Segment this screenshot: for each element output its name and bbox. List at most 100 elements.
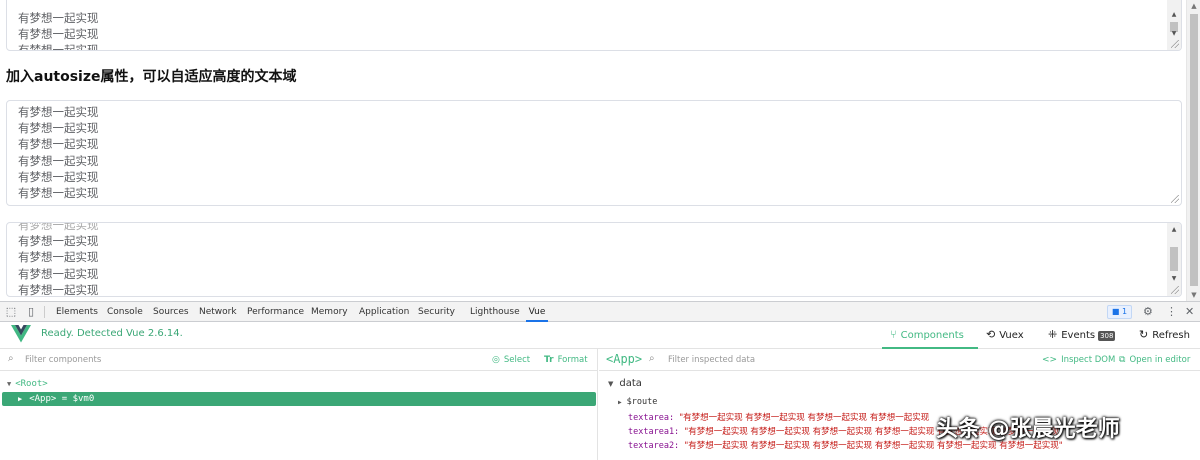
page-scrollbar[interactable]: ▲ ▼ bbox=[1186, 0, 1200, 301]
message-icon: ■ bbox=[1111, 307, 1120, 316]
issues-count: 1 bbox=[1122, 307, 1128, 316]
format-button[interactable]: Tr Format bbox=[544, 355, 588, 365]
tree-node-app[interactable]: ▶ <App> = $vm0 bbox=[2, 392, 596, 406]
vue-status: Ready. Detected Vue 2.6.14. bbox=[41, 328, 183, 339]
component-filter-bar: ⌕ Filter components ◎ Select Tr Format bbox=[0, 349, 597, 371]
resize-handle-icon[interactable] bbox=[1171, 40, 1179, 48]
page-content: 有梦想一起实现 有梦想一起实现 有梦想一起实现 ▲ ▼ 加入autosize属性… bbox=[0, 0, 1200, 301]
textarea-line: 有梦想一起实现 bbox=[18, 11, 99, 25]
device-toolbar-icon[interactable]: ▯ bbox=[24, 305, 38, 319]
textarea-line: 有梦想一起实现 bbox=[18, 153, 99, 168]
data-row[interactable]: textarea: "有梦想一起实现 有梦想一起实现 有梦想一起实现 有梦想一起… bbox=[628, 411, 929, 423]
data-key: textarea: bbox=[628, 413, 675, 423]
inspector-pane: <App> ⌕ Filter inspected data <> Inspect … bbox=[599, 349, 1200, 460]
inspect-dom-button[interactable]: <> Inspect DOM bbox=[1042, 355, 1115, 365]
caret-right-icon[interactable]: ▶ bbox=[18, 395, 22, 403]
external-link-icon: ⧉ bbox=[1119, 355, 1126, 365]
target-icon: ◎ bbox=[492, 355, 500, 365]
textarea-line: 有梦想一起实现 bbox=[18, 105, 99, 119]
textarea-line: 有梦想一起实现 bbox=[18, 27, 99, 42]
more-options-icon[interactable]: ⋮ bbox=[1166, 305, 1177, 319]
scroll-up-arrow-icon[interactable]: ▲ bbox=[1187, 0, 1200, 12]
tab-sources[interactable]: Sources bbox=[151, 302, 191, 322]
button-label: Open in editor bbox=[1129, 355, 1191, 365]
scroll-down-arrow-icon[interactable]: ▼ bbox=[1187, 289, 1200, 301]
tab-lighthouse[interactable]: Lighthouse bbox=[468, 302, 522, 322]
component-filter-input[interactable]: Filter components bbox=[25, 355, 101, 365]
button-label: Refresh bbox=[1152, 330, 1190, 341]
tab-events[interactable]: ⁜ Events 308 bbox=[1048, 322, 1116, 349]
resize-handle-icon[interactable] bbox=[1171, 286, 1179, 294]
data-key: textarea1: bbox=[628, 427, 680, 437]
open-in-editor-button[interactable]: ⧉ Open in editor bbox=[1119, 355, 1190, 365]
button-label: Inspect DOM bbox=[1061, 355, 1116, 365]
components-icon: ⑂ bbox=[890, 328, 897, 341]
tab-vue[interactable]: Vue bbox=[526, 302, 548, 322]
scroll-thumb[interactable] bbox=[1170, 247, 1178, 271]
textarea-line: 有梦想一起实现 bbox=[18, 169, 99, 184]
textarea-line: 有梦想一起实现 bbox=[18, 121, 99, 136]
divider bbox=[44, 306, 45, 318]
gear-icon[interactable]: ⚙ bbox=[1143, 305, 1153, 319]
textarea-line: 有梦想一起实现 bbox=[18, 234, 99, 249]
tab-components[interactable]: ⑂ Components bbox=[882, 322, 978, 349]
route-row[interactable]: ▶ $route bbox=[618, 397, 657, 407]
refresh-icon: ↻ bbox=[1139, 328, 1149, 341]
format-icon: Tr bbox=[544, 355, 554, 365]
inspected-component-tag: <App> bbox=[606, 352, 643, 366]
button-label: Format bbox=[557, 355, 588, 365]
tab-application[interactable]: Application bbox=[357, 302, 411, 322]
inspect-element-icon[interactable]: ⬚ bbox=[4, 305, 18, 319]
section-label: data bbox=[619, 378, 642, 389]
scroll-down-arrow-icon[interactable]: ▼ bbox=[1167, 28, 1181, 40]
tab-elements[interactable]: Elements bbox=[54, 302, 100, 322]
search-icon: ⌕ bbox=[8, 353, 14, 364]
watermark: 头条 @张晨光老师 bbox=[936, 417, 1120, 442]
textarea-autosize[interactable]: 有梦想一起实现 有梦想一起实现 有梦想一起实现 有梦想一起实现 有梦想一起实现 … bbox=[6, 100, 1182, 206]
component-tree-pane: ⌕ Filter components ◎ Select Tr Format ▼ <R… bbox=[0, 349, 598, 460]
close-icon[interactable]: ✕ bbox=[1185, 305, 1194, 319]
tree-node-label: <App> = $vm0 bbox=[29, 394, 95, 404]
scroll-up-arrow-icon[interactable]: ▲ bbox=[1167, 9, 1181, 21]
textarea-line: 有梦想一起实现 bbox=[18, 282, 99, 297]
tab-performance[interactable]: Performance bbox=[245, 302, 306, 322]
scroll-down-arrow-icon[interactable]: ▼ bbox=[1167, 273, 1181, 285]
data-section-header[interactable]: ▼ data bbox=[608, 378, 642, 389]
caret-down-icon[interactable]: ▼ bbox=[7, 380, 11, 388]
inspector-filter-input[interactable]: Filter inspected data bbox=[668, 355, 755, 365]
tree-node-label: <Root> bbox=[15, 379, 48, 389]
caret-right-icon[interactable]: ▶ bbox=[618, 399, 622, 406]
textarea-line: 有梦想一起实现 bbox=[18, 266, 99, 281]
data-key: textarea2: bbox=[628, 441, 680, 451]
section-heading: 加入autosize属性，可以自适应高度的文本域 bbox=[6, 69, 297, 85]
button-label: Select bbox=[503, 355, 531, 365]
vue-devtools-header: Ready. Detected Vue 2.6.14. ⑂ Components … bbox=[0, 322, 1200, 349]
tab-label: Components bbox=[900, 330, 964, 341]
tab-network[interactable]: Network bbox=[197, 302, 239, 322]
tab-label: Events bbox=[1061, 330, 1096, 341]
data-value: "有梦想一起实现 有梦想一起实现 有梦想一起实现 有梦想一起实现 bbox=[679, 413, 930, 423]
refresh-button[interactable]: ↻ Refresh bbox=[1139, 322, 1190, 349]
select-button[interactable]: ◎ Select bbox=[492, 355, 530, 365]
tab-security[interactable]: Security bbox=[416, 302, 457, 322]
events-count-badge: 308 bbox=[1098, 331, 1116, 341]
scroll-thumb[interactable] bbox=[1190, 14, 1198, 286]
tab-vuex[interactable]: ⟲ Vuex bbox=[986, 322, 1024, 349]
issues-badge[interactable]: ■ 1 bbox=[1107, 305, 1132, 319]
search-icon: ⌕ bbox=[649, 353, 655, 364]
resize-handle-icon[interactable] bbox=[1171, 195, 1179, 203]
textarea-autosize-limited[interactable]: 有梦想一起实现 有梦想一起实现 有梦想一起实现 有梦想一起实现 有梦想一起实现 … bbox=[6, 222, 1182, 297]
caret-down-icon[interactable]: ▼ bbox=[608, 380, 613, 388]
textarea-line: 有梦想一起实现 bbox=[18, 250, 99, 265]
tab-console[interactable]: Console bbox=[105, 302, 145, 322]
textarea-line: 有梦想一起实现 bbox=[18, 137, 99, 152]
tab-memory[interactable]: Memory bbox=[309, 302, 350, 322]
textarea-basic[interactable]: 有梦想一起实现 有梦想一起实现 有梦想一起实现 ▲ ▼ bbox=[6, 0, 1182, 51]
scroll-up-arrow-icon[interactable]: ▲ bbox=[1167, 224, 1181, 236]
tree-node-root[interactable]: ▼ <Root> bbox=[7, 379, 48, 389]
devtools-tabbar: ⬚ ▯ Elements Console Sources Network Per… bbox=[0, 301, 1200, 322]
textarea-line: 有梦想一起实现 bbox=[18, 222, 99, 232]
vue-logo-icon bbox=[11, 325, 31, 343]
route-key: $route bbox=[626, 397, 658, 407]
code-icon: <> bbox=[1042, 355, 1058, 365]
